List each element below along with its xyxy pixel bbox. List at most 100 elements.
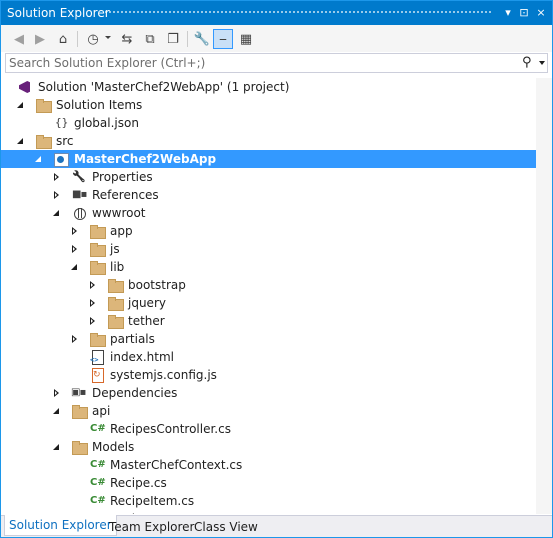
tree-item[interactable]: Recipe.cs [1, 474, 536, 492]
dropdown-menu-icon[interactable]: ▾ [501, 5, 515, 21]
csharp-file-icon [89, 493, 106, 509]
tree-item[interactable]: Properties [1, 168, 536, 186]
tree-item[interactable]: api [1, 402, 536, 420]
tree-item[interactable]: MasterChefContext.cs [1, 456, 536, 474]
tree-item-label: Recipe.cs [110, 476, 167, 490]
forward-icon[interactable]: ▶ [30, 29, 50, 49]
folder-icon [107, 277, 124, 293]
collapse-arrow-icon[interactable] [51, 204, 63, 222]
folder-icon [71, 403, 88, 419]
sync-icon[interactable]: ⇆ [117, 29, 137, 49]
copy-icon[interactable]: ❐ [163, 29, 183, 49]
search-icon[interactable]: ⚲ [522, 55, 536, 71]
close-icon[interactable]: × [534, 5, 548, 21]
tree-item[interactable]: src [1, 132, 536, 150]
tree-item[interactable]: Solution 'MasterChef2WebApp' (1 project) [1, 78, 536, 96]
tree-item[interactable]: Solution Items [1, 96, 536, 114]
tree-item-label: Solution Items [56, 98, 143, 112]
folder-icon [107, 295, 124, 311]
json-file-icon [53, 115, 69, 131]
tree-item-label: partials [110, 332, 155, 346]
tree-item-label: app [110, 224, 133, 238]
solution-tree: Solution 'MasterChef2WebApp' (1 project)… [1, 78, 536, 514]
collapse-arrow-icon[interactable] [51, 402, 63, 420]
search-box: ⚲ [5, 53, 548, 73]
tree-item[interactable]: Models [1, 438, 536, 456]
tree-item[interactable]: lib [1, 258, 536, 276]
tree-item[interactable]: MasterChef2WebApp [1, 150, 536, 168]
tree-item-label: src [56, 134, 74, 148]
toolbar-separator [187, 31, 188, 47]
home-icon[interactable]: ⌂ [53, 29, 73, 49]
collapse-arrow-icon[interactable] [51, 438, 63, 456]
tree-item[interactable]: jquery [1, 294, 536, 312]
tree-item[interactable]: partials [1, 330, 536, 348]
preview-icon[interactable]: ⎯ [213, 29, 233, 49]
tree-item-label: References [92, 188, 159, 202]
expand-arrow-icon[interactable] [69, 240, 81, 258]
history-icon[interactable]: ◷ [83, 29, 103, 49]
tree-item[interactable]: index.html [1, 348, 536, 366]
vertical-scrollbar[interactable] [536, 78, 552, 514]
expand-arrow-icon[interactable] [87, 276, 99, 294]
tree-item-label: Dependencies [92, 386, 178, 400]
expand-arrow-icon[interactable] [69, 330, 81, 348]
title-bar: Solution Explorer ▾ ⊡ × [1, 1, 552, 25]
tree-item[interactable]: tether [1, 312, 536, 330]
collapse-arrow-icon[interactable] [69, 258, 81, 276]
folder-icon [89, 259, 106, 275]
tab-team-explorer[interactable]: Team Explorer [105, 518, 199, 536]
wrench-icon [71, 169, 87, 185]
search-options-dropdown-icon[interactable] [539, 61, 545, 65]
tree-item-label: js [110, 242, 120, 256]
expand-arrow-icon[interactable] [87, 312, 99, 330]
auto-hide-pin-icon[interactable]: ⊡ [517, 5, 531, 21]
collapse-arrow-icon[interactable] [15, 96, 27, 114]
tree-item[interactable]: js [1, 240, 536, 258]
collapse-arrow-icon[interactable] [33, 150, 45, 168]
history-dropdown-arrow[interactable] [105, 36, 111, 39]
tree-item-label: MasterChef2WebApp [74, 152, 217, 166]
folder-icon [89, 223, 106, 239]
js-file-icon [89, 367, 105, 383]
expand-arrow-icon[interactable] [51, 384, 63, 402]
collapse-arrow-icon[interactable] [15, 132, 27, 150]
folder-icon [89, 331, 106, 347]
expand-arrow-icon[interactable] [51, 186, 63, 204]
collapse-all-icon[interactable]: ⧉ [140, 29, 160, 49]
tree-item[interactable]: app [1, 222, 536, 240]
tree-item[interactable]: systemjs.config.js [1, 366, 536, 384]
tree-item-label: lib [110, 260, 125, 274]
tree-item-label: api [92, 404, 111, 418]
properties-icon[interactable]: 🔧 [192, 29, 212, 49]
expand-arrow-icon[interactable] [69, 222, 81, 240]
tree-item[interactable]: RecipesController.cs [1, 420, 536, 438]
folder-icon [35, 97, 52, 113]
tree-item-label: systemjs.config.js [110, 368, 217, 382]
view-icon[interactable]: ▦ [236, 29, 256, 49]
tree-item-label: global.json [74, 116, 139, 130]
tree-item[interactable]: global.json [1, 114, 536, 132]
tool-window-tabs: Solution Explorer Team Explorer Class Vi… [1, 515, 552, 537]
folder-icon [35, 133, 52, 149]
csharp-file-icon [89, 475, 106, 491]
search-input[interactable] [6, 54, 506, 72]
drag-grip[interactable] [104, 10, 492, 15]
tab-solution-explorer[interactable]: Solution Explorer [4, 515, 117, 536]
globe-icon [71, 205, 87, 221]
tree-item-label: Solution 'MasterChef2WebApp' (1 project) [38, 80, 290, 94]
toolbar: ◀ ▶ ⌂ ◷ ⇆ ⧉ ❐ 🔧 ⎯ ▦ [1, 25, 552, 52]
tree-item-label: RecipeStep.cs [110, 511, 194, 514]
tree-item[interactable]: wwwroot [1, 204, 536, 222]
expand-arrow-icon[interactable] [87, 294, 99, 312]
tree-item[interactable]: RecipeItem.cs [1, 492, 536, 510]
tree-item[interactable]: Dependencies [1, 384, 536, 402]
tree-item[interactable]: References [1, 186, 536, 204]
tab-class-view[interactable]: Class View [190, 518, 262, 536]
expand-arrow-icon[interactable] [51, 168, 63, 186]
csharp-file-icon [89, 421, 106, 437]
back-icon[interactable]: ◀ [9, 29, 29, 49]
folder-icon [71, 439, 88, 455]
tree-item[interactable]: bootstrap [1, 276, 536, 294]
tree-item[interactable]: RecipeStep.cs [1, 510, 536, 514]
